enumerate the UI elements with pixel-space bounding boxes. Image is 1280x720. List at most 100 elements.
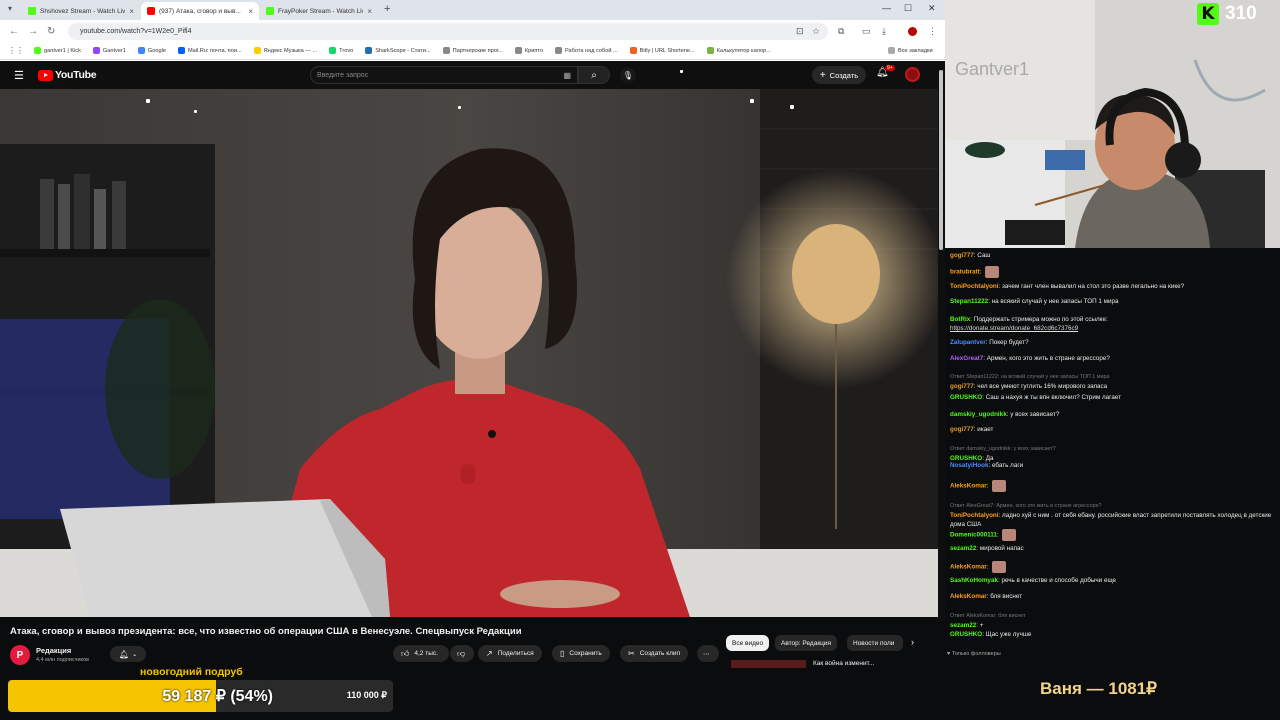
- bookmark-item[interactable]: SharkScope - Стати...: [365, 47, 431, 54]
- search-button[interactable]: ⌕: [578, 66, 610, 84]
- bookmark-item[interactable]: Gantver1: [92, 47, 126, 54]
- forward-arrow-icon[interactable]: →: [28, 26, 38, 37]
- star-icon[interactable]: ☆: [812, 26, 820, 37]
- chat-line: ToniPochtalyoni: зачем гант член вывалил…: [950, 282, 1278, 291]
- apps-grid-icon[interactable]: ⋮⋮: [8, 46, 24, 55]
- window-close-button[interactable]: ✕: [928, 3, 936, 14]
- stream-chat[interactable]: gogi777: Саш bratubratt: ToniPochtalyoni:…: [945, 248, 1280, 668]
- page-scrollbar-thumb[interactable]: [939, 70, 943, 250]
- minimize-button[interactable]: —: [882, 3, 891, 13]
- chat-username[interactable]: AleksKomar: [950, 564, 987, 571]
- chat-message: damskiy_ugodnikk: у всех зависает?: [950, 410, 1278, 419]
- chat-username[interactable]: Zalupantver: [950, 339, 986, 346]
- chat-username[interactable]: gogi777: [950, 426, 974, 433]
- chat-username[interactable]: gogi777: [950, 252, 974, 259]
- all-bookmarks[interactable]: Все закладки: [888, 47, 933, 54]
- video-player[interactable]: [0, 89, 938, 617]
- voice-search-button[interactable]: 🎙: [620, 67, 636, 83]
- youtube-header: ☰ YouTube Введите запрос ▦ ⌕ 🎙 + Создать…: [0, 61, 945, 89]
- maximize-button[interactable]: ☐: [904, 3, 912, 14]
- tab-kick-shshovez[interactable]: Shshovez Stream - Watch Live ×: [22, 2, 140, 20]
- tab-youtube[interactable]: (937) Атака, сговор и выв... ×: [141, 2, 259, 20]
- keyboard-icon[interactable]: ▦: [563, 71, 571, 80]
- chat-username[interactable]: Domenic000111: [950, 532, 997, 539]
- search-input[interactable]: Введите запрос ▦: [310, 66, 578, 84]
- bookmark-item[interactable]: Крипто: [514, 47, 543, 54]
- chip-all-videos[interactable]: Все видео: [726, 635, 770, 651]
- install-icon[interactable]: ⊡: [796, 26, 804, 37]
- create-button[interactable]: + Создать: [812, 66, 866, 84]
- bookmark-item[interactable]: Калькулятор калор...: [706, 47, 771, 54]
- youtube-logo[interactable]: YouTube: [38, 69, 97, 81]
- next-video-thumbnail[interactable]: [731, 660, 806, 668]
- bookmark-item[interactable]: Google: [137, 47, 166, 54]
- close-icon[interactable]: ×: [367, 7, 372, 16]
- chat-username[interactable]: NosatyiHook: [950, 462, 989, 469]
- account-avatar[interactable]: [905, 67, 920, 82]
- share-button[interactable]: ↗ Поделиться: [478, 645, 542, 662]
- like-button[interactable]: 👍︎ 4,2 тыс.: [393, 645, 449, 662]
- chevron-right-icon[interactable]: ›: [911, 637, 914, 647]
- tab-search-icon[interactable]: ▾: [8, 4, 18, 14]
- bookmark-item[interactable]: Работа над собой ...: [555, 47, 618, 54]
- back-arrow-icon[interactable]: ←: [9, 26, 19, 37]
- bookmark-item[interactable]: Mail.Ru: почта, пои...: [177, 47, 242, 54]
- chat-username[interactable]: BotRix: [950, 316, 970, 323]
- tab-kick-fraypoker[interactable]: FrayPoker Stream - Watch Live ×: [260, 2, 378, 20]
- bookmark-item[interactable]: Bitly | URL Shortene...: [629, 47, 695, 54]
- create-clip-button[interactable]: ✂ Создать клип: [620, 645, 689, 662]
- chat-line: SashKoHomyak: речь в качестве и способе …: [950, 576, 1278, 585]
- bookmark-item[interactable]: Партнерские прог...: [442, 47, 503, 54]
- chat-username[interactable]: damskiy_ugodnikk: [950, 411, 1007, 418]
- chat-message: BotRix: Поддержать стримера можно по это…: [950, 315, 1278, 333]
- chip-author[interactable]: Автор: Редакция: [775, 635, 838, 651]
- reload-icon[interactable]: ↻: [47, 26, 55, 37]
- chip-news[interactable]: Новости поли: [847, 635, 903, 651]
- webcam-feed: Gantver1: [945, 0, 1280, 248]
- chat-username[interactable]: gogi777: [950, 383, 974, 390]
- chat-line: sezam22: мировой напас: [950, 544, 1278, 553]
- chat-message: AleksKomar:: [950, 561, 1278, 573]
- chat-username[interactable]: bratubratt: [950, 269, 980, 276]
- chat-username[interactable]: ToniPochtalyoni: [950, 283, 999, 290]
- chat-message: NosatyiHook: ебать лаги: [950, 461, 1278, 470]
- chat-message: Ответ AlexGreat7: Армен, кого это жить в…: [950, 502, 1278, 529]
- bookmark-item[interactable]: gantver1 | Kick: [34, 47, 81, 54]
- menu-kebab-icon[interactable]: ⋮: [928, 26, 937, 37]
- hamburger-menu-icon[interactable]: ☰: [14, 69, 24, 82]
- chat-separator: :: [986, 563, 991, 571]
- more-actions-button[interactable]: ⋯: [697, 645, 719, 662]
- channel-name[interactable]: Редакция: [36, 646, 71, 655]
- channel-avatar[interactable]: P: [10, 645, 30, 665]
- chat-username[interactable]: SashKoHomyak: [950, 577, 998, 584]
- extensions-icon[interactable]: ⧉: [838, 26, 844, 37]
- url-field[interactable]: youtube.com/watch?v=1W2e0_Pifl4: [68, 23, 828, 40]
- download-icon[interactable]: ⤓: [882, 26, 886, 37]
- video-title: Атака, сговор и вывоз президента: все, ч…: [10, 626, 522, 637]
- bookmark-item[interactable]: Яндекс Музыка — ...: [253, 47, 317, 54]
- chat-username[interactable]: sezam22: [950, 622, 976, 629]
- subscription-bell-button[interactable]: 🔔︎ ⌄: [110, 646, 146, 662]
- chat-username[interactable]: Stepan11222: [950, 298, 988, 305]
- close-icon[interactable]: ×: [248, 7, 253, 16]
- profile-icon[interactable]: [908, 27, 917, 36]
- close-icon[interactable]: ×: [129, 7, 134, 16]
- chat-text: на всякий случай у нее запасы ТОП 1 мира: [991, 298, 1119, 305]
- save-button[interactable]: ▯ Сохранить: [552, 645, 610, 662]
- chat-username[interactable]: GRUSHKO: [950, 394, 982, 401]
- chat-emote-icon: [1002, 529, 1017, 541]
- chat-message: AlexGreat7: Армен, кого это жить в стран…: [950, 354, 1278, 363]
- sidepanel-icon[interactable]: ▭: [862, 26, 871, 37]
- bookmark-item[interactable]: Trovo: [329, 47, 353, 54]
- dislike-button[interactable]: 👎︎: [450, 645, 474, 662]
- new-tab-button[interactable]: +: [384, 3, 390, 15]
- chat-username[interactable]: GRUSHKO: [950, 631, 982, 638]
- chat-username[interactable]: AlexGreat7: [950, 355, 983, 362]
- chat-username[interactable]: sezam22: [950, 545, 976, 552]
- chat-username[interactable]: ToniPochtalyoni: [950, 512, 999, 519]
- chat-link[interactable]: https://donate.stream/donate_682cd6c7376…: [950, 325, 1078, 332]
- chat-username[interactable]: AleksKomar: [950, 483, 987, 490]
- next-video-title[interactable]: Как война изменит...: [813, 660, 874, 668]
- bookmark-label: Google: [147, 47, 166, 54]
- chat-username[interactable]: AleksKomar: [950, 593, 987, 600]
